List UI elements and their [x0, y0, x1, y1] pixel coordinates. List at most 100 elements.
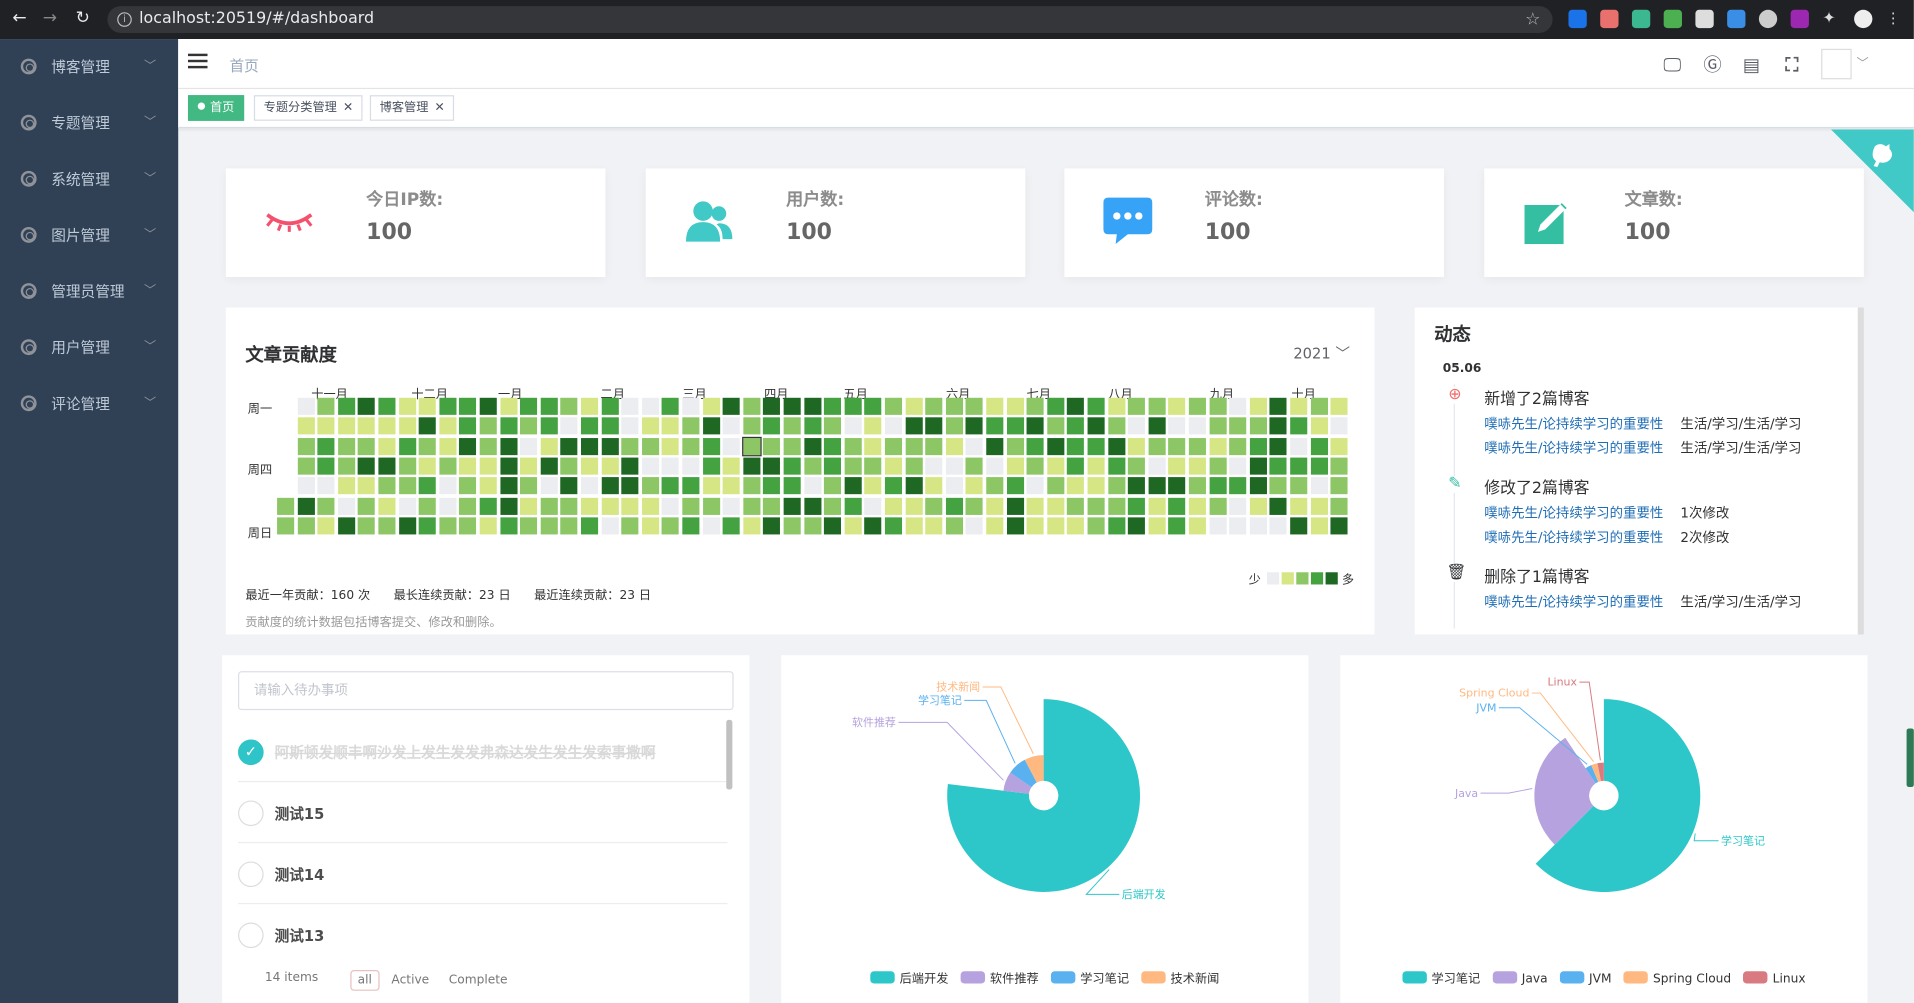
contribution-cell[interactable] — [1229, 417, 1247, 435]
check-icon[interactable]: ✓ — [238, 739, 264, 766]
contribution-cell[interactable] — [378, 417, 396, 435]
contribution-cell[interactable] — [1148, 457, 1166, 475]
contribution-cell[interactable] — [986, 517, 1004, 535]
scrollbar[interactable] — [1906, 728, 1914, 788]
contribution-cell[interactable] — [1006, 397, 1024, 415]
contribution-cell[interactable] — [459, 397, 477, 415]
contribution-cell[interactable] — [560, 497, 578, 515]
contribution-cell[interactable] — [540, 517, 558, 535]
contribution-cell[interactable] — [358, 517, 376, 535]
contribution-cell[interactable] — [1026, 497, 1044, 515]
contribution-cell[interactable] — [641, 457, 659, 475]
scrollbar[interactable] — [1857, 307, 1864, 635]
contribution-cell[interactable] — [358, 417, 376, 435]
contribution-cell[interactable] — [1087, 417, 1105, 435]
contribution-cell[interactable] — [1310, 437, 1328, 455]
contribution-cell[interactable] — [844, 477, 862, 495]
back-icon[interactable]: ← — [12, 9, 26, 29]
contribution-cell[interactable] — [986, 457, 1004, 475]
bookmark-star-icon[interactable]: ☆ — [1525, 6, 1540, 33]
contribution-cell[interactable] — [459, 417, 477, 435]
contribution-cell[interactable] — [1128, 397, 1146, 415]
legend-item[interactable]: Java — [1492, 971, 1548, 986]
contribution-cell[interactable] — [378, 457, 396, 475]
contribution-cell[interactable] — [1249, 517, 1267, 535]
contribution-cell[interactable] — [317, 517, 335, 535]
contribution-cell[interactable] — [641, 397, 659, 415]
todo-item[interactable]: 测试13 — [238, 904, 727, 965]
contribution-cell[interactable] — [1330, 477, 1348, 495]
contribution-cell[interactable] — [945, 517, 963, 535]
contribution-cell[interactable] — [662, 497, 680, 515]
legend-item[interactable]: 学习笔记 — [1050, 968, 1129, 986]
contribution-cell[interactable] — [641, 437, 659, 455]
contribution-cell[interactable] — [1269, 457, 1287, 475]
contribution-cell[interactable] — [884, 457, 903, 475]
contribution-cell[interactable] — [803, 457, 821, 475]
contribution-cell[interactable] — [925, 457, 943, 475]
contribution-cell[interactable] — [499, 497, 518, 515]
contribution-cell[interactable] — [1067, 457, 1085, 475]
contribution-cell[interactable] — [662, 437, 680, 455]
contribution-cell[interactable] — [783, 517, 801, 535]
extension-icon[interactable] — [1631, 9, 1651, 29]
contribution-cell[interactable] — [965, 437, 984, 455]
contribution-cell[interactable] — [743, 477, 761, 495]
contribution-cell[interactable] — [520, 497, 538, 515]
contribution-cell[interactable] — [702, 417, 720, 435]
contribution-cell[interactable] — [1087, 457, 1105, 475]
contribution-cell[interactable] — [763, 397, 781, 415]
contribution-cell[interactable] — [378, 397, 396, 415]
contribution-cell[interactable] — [824, 517, 842, 535]
contribution-cell[interactable] — [1107, 397, 1125, 415]
contribution-cell[interactable] — [479, 517, 497, 535]
contribution-cell[interactable] — [297, 497, 315, 515]
contribution-cell[interactable] — [986, 437, 1004, 455]
contribution-cell[interactable] — [763, 497, 781, 515]
contribution-cell[interactable] — [722, 517, 740, 535]
contribution-cell[interactable] — [560, 437, 578, 455]
legend-item[interactable]: 后端开发 — [870, 968, 948, 986]
stat-card-comments[interactable]: 评论数: 100 — [1064, 168, 1444, 277]
contribution-cell[interactable] — [1128, 457, 1146, 475]
contribution-cell[interactable] — [1128, 417, 1146, 435]
contribution-cell[interactable] — [520, 477, 538, 495]
contribution-cell[interactable] — [499, 417, 518, 435]
contribution-cell[interactable] — [479, 437, 497, 455]
contribution-cell[interactable] — [1290, 517, 1308, 535]
contribution-cell[interactable] — [1047, 417, 1065, 435]
contribution-cell[interactable] — [1107, 517, 1125, 535]
contribution-cell[interactable] — [682, 417, 700, 435]
chevron-down-icon[interactable]: ﹀ — [1852, 54, 1874, 76]
contribution-cell[interactable] — [459, 497, 477, 515]
contribution-cell[interactable] — [1188, 417, 1206, 435]
contribution-cell[interactable] — [581, 397, 599, 415]
extension-icon[interactable] — [1663, 9, 1682, 29]
contribution-cell[interactable] — [297, 477, 315, 495]
contribution-cell[interactable] — [479, 397, 497, 415]
contribution-cell[interactable] — [925, 477, 943, 495]
contribution-cell[interactable] — [1330, 437, 1348, 455]
contribution-cell[interactable] — [986, 477, 1004, 495]
contribution-cell[interactable] — [1249, 437, 1267, 455]
contribution-cell[interactable] — [520, 517, 538, 535]
contribution-cell[interactable] — [945, 477, 963, 495]
contribution-cell[interactable] — [741, 436, 762, 456]
contribution-cell[interactable] — [1006, 517, 1024, 535]
contribution-cell[interactable] — [844, 457, 862, 475]
contribution-cell[interactable] — [1269, 417, 1287, 435]
contribution-cell[interactable] — [418, 517, 436, 535]
contribution-cell[interactable] — [783, 497, 801, 515]
contribution-cell[interactable] — [702, 397, 720, 415]
blog-link[interactable]: 噗哧先生/论持续学习的重要性 — [1484, 416, 1663, 432]
contribution-cell[interactable] — [337, 437, 355, 455]
contribution-cell[interactable] — [1087, 437, 1105, 455]
contribution-cell[interactable] — [1209, 417, 1227, 435]
tag-home[interactable]: 首页 — [187, 95, 245, 121]
info-icon[interactable]: i — [117, 12, 132, 27]
contribution-cell[interactable] — [844, 437, 862, 455]
contribution-cell[interactable] — [986, 497, 1004, 515]
contribution-cell[interactable] — [358, 497, 376, 515]
contribution-cell[interactable] — [1249, 497, 1267, 515]
contribution-cell[interactable] — [418, 497, 436, 515]
